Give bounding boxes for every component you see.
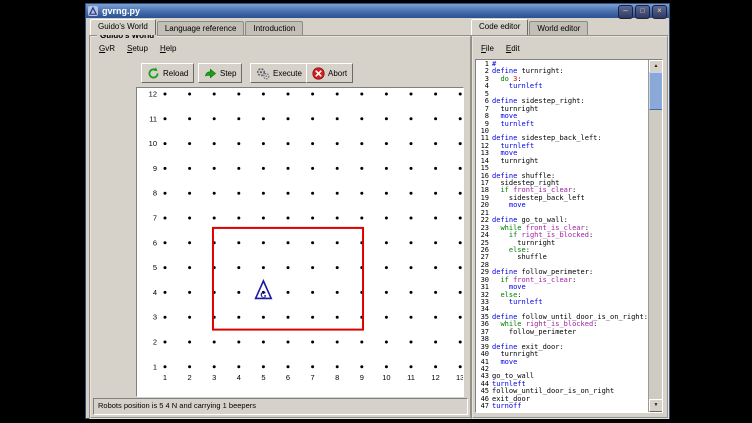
menu-setup[interactable]: Setup xyxy=(121,43,154,54)
toolbar: Reload Step Execute Abort xyxy=(91,63,468,87)
svg-text:2: 2 xyxy=(188,373,192,382)
scroll-down-icon[interactable] xyxy=(649,399,663,412)
svg-text:10: 10 xyxy=(149,139,157,148)
status-text: Robots position is 5 4 N and carrying 1 … xyxy=(98,401,256,410)
svg-text:1: 1 xyxy=(153,362,157,371)
axis-labels: 12345678910111212345678910111213 xyxy=(149,90,463,383)
code-line: 20 move xyxy=(477,202,648,209)
grid-dots xyxy=(164,93,462,369)
svg-text:7: 7 xyxy=(153,214,157,223)
code-editor[interactable]: 1#2define turnright:3 do 3:4 turnleft56d… xyxy=(475,59,663,413)
svg-text:6: 6 xyxy=(286,373,290,382)
code-line: 33 turnleft xyxy=(477,299,648,306)
svg-text:4: 4 xyxy=(237,373,241,382)
svg-text:8: 8 xyxy=(335,373,339,382)
code-line: 41 move xyxy=(477,359,648,366)
step-icon xyxy=(204,67,217,80)
toolbar-button-label: Reload xyxy=(163,69,188,78)
tab-world-editor[interactable]: World editor xyxy=(529,21,588,35)
window-controls xyxy=(618,5,667,19)
svg-text:9: 9 xyxy=(153,164,157,173)
tab-introduction[interactable]: Introduction xyxy=(245,21,303,35)
svg-text:G: G xyxy=(260,290,266,299)
step-button[interactable]: Step xyxy=(198,63,242,83)
reload-button[interactable]: Reload xyxy=(141,63,194,83)
svg-text:5: 5 xyxy=(261,373,265,382)
toolbar-button-label: Step xyxy=(220,69,236,78)
status-bar: Robots position is 5 4 N and carrying 1 … xyxy=(93,398,468,415)
menu-file[interactable]: File xyxy=(475,43,500,54)
svg-text:7: 7 xyxy=(311,373,315,382)
code-line: 37 follow_perimeter xyxy=(477,329,648,336)
svg-text:4: 4 xyxy=(153,288,157,297)
menu-help[interactable]: Help xyxy=(154,43,182,54)
tab-guido-s-world[interactable]: Guido's World xyxy=(90,19,156,35)
svg-text:3: 3 xyxy=(212,373,216,382)
world-menubar: GvRSetupHelp xyxy=(93,43,182,54)
svg-text:12: 12 xyxy=(431,373,439,382)
menu-edit[interactable]: Edit xyxy=(500,43,526,54)
tab-language-reference[interactable]: Language reference xyxy=(157,21,245,35)
world-grid: 12345678910111212345678910111213G xyxy=(137,88,463,394)
svg-text:1: 1 xyxy=(163,373,167,382)
reload-icon xyxy=(147,67,160,80)
robot: G xyxy=(256,281,272,300)
code-line: 9 turnleft xyxy=(477,121,648,128)
svg-text:2: 2 xyxy=(153,338,157,347)
scrollbar-thumb[interactable] xyxy=(649,72,663,110)
svg-text:9: 9 xyxy=(360,373,364,382)
code-text[interactable]: 1#2define turnright:3 do 3:4 turnleft56d… xyxy=(477,61,648,412)
right-tab-strip: Code editorWorld editor xyxy=(471,20,589,35)
code-scrollbar[interactable] xyxy=(648,60,662,412)
svg-text:13: 13 xyxy=(456,373,463,382)
toolbar-button-label: Execute xyxy=(273,69,302,78)
minimize-button[interactable] xyxy=(618,5,633,19)
svg-text:6: 6 xyxy=(153,238,157,247)
svg-text:3: 3 xyxy=(153,313,157,322)
svg-text:5: 5 xyxy=(153,263,157,272)
svg-text:11: 11 xyxy=(149,114,157,123)
guidos-world-panel: Guido's World GvRSetupHelp ReloadStepExe… xyxy=(89,35,472,419)
svg-text:8: 8 xyxy=(153,189,157,198)
maximize-button[interactable] xyxy=(635,5,650,19)
window-title: gvrng.py xyxy=(102,6,140,16)
abort-button[interactable]: Abort xyxy=(306,63,353,83)
window-titlebar[interactable]: gvrng.py xyxy=(86,4,669,18)
toolbar-button-label: Abort xyxy=(328,69,347,78)
app-window: gvrng.py Guido's WorldLanguage reference… xyxy=(85,3,670,419)
execute-icon xyxy=(256,67,270,80)
menu-gvr[interactable]: GvR xyxy=(93,43,121,54)
left-tab-strip: Guido's WorldLanguage referenceIntroduct… xyxy=(90,20,304,35)
abort-icon xyxy=(312,67,325,80)
code-line: 47turnoff xyxy=(477,403,648,410)
close-button[interactable] xyxy=(652,5,667,19)
svg-text:12: 12 xyxy=(149,90,157,99)
tab-code-editor[interactable]: Code editor xyxy=(471,19,528,35)
svg-text:11: 11 xyxy=(407,373,415,382)
desktop-background: gvrng.py Guido's WorldLanguage reference… xyxy=(0,0,752,423)
window-icon xyxy=(88,6,98,16)
editor-menubar: FileEdit xyxy=(475,43,526,54)
execute-button[interactable]: Execute xyxy=(250,63,308,83)
code-editor-panel: FileEdit 1#2define turnright:3 do 3:4 tu… xyxy=(471,35,669,419)
code-line: 27 shuffle xyxy=(477,254,648,261)
world-canvas[interactable]: 12345678910111212345678910111213G xyxy=(136,87,464,397)
code-line: 14 turnright xyxy=(477,158,648,165)
code-line: 4 turnleft xyxy=(477,83,648,90)
svg-text:10: 10 xyxy=(382,373,390,382)
